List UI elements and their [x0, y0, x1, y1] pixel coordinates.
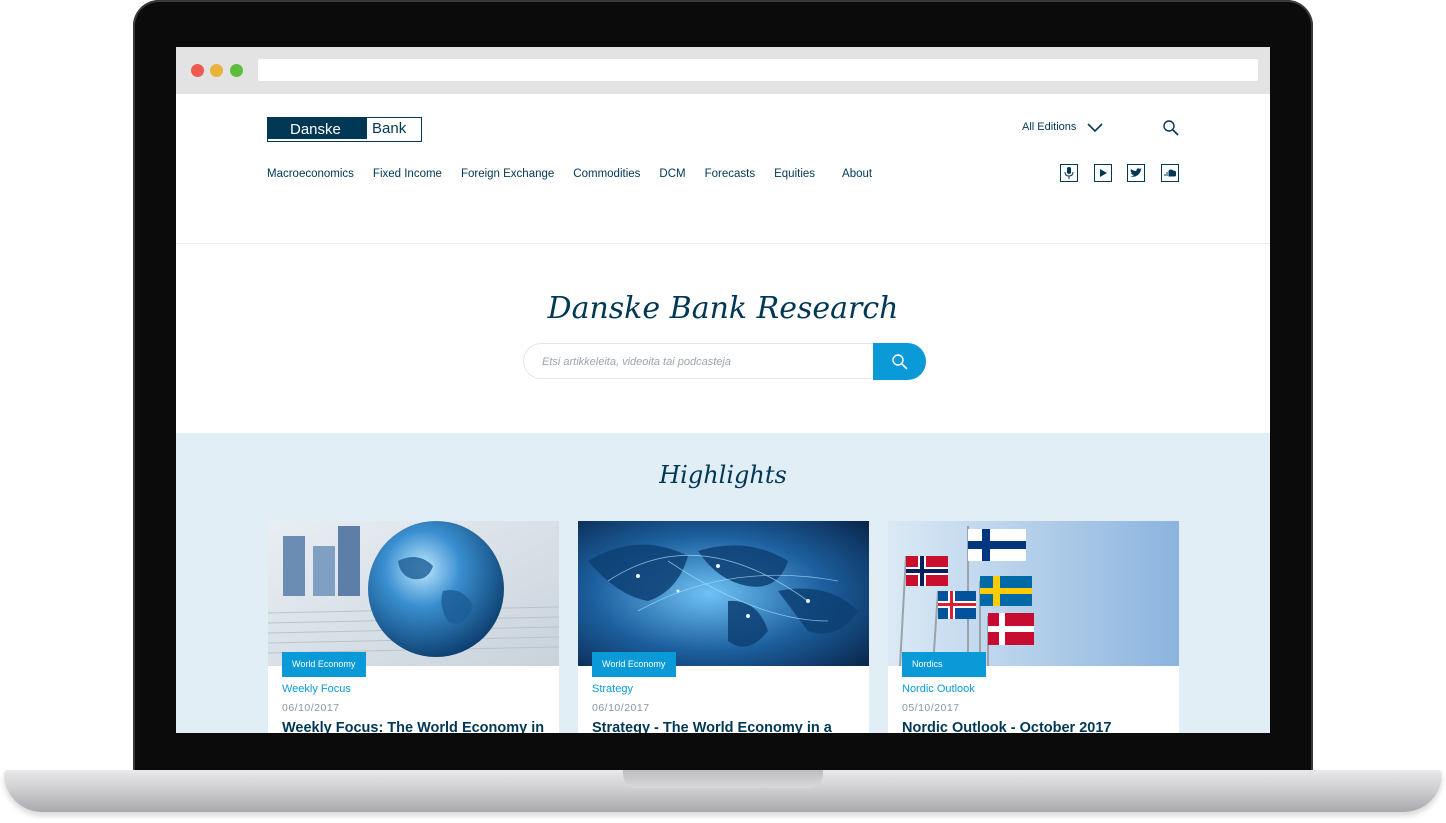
nav-item-forecasts[interactable]: Forecasts — [705, 168, 756, 180]
page-title: Danske Bank Research — [547, 291, 899, 326]
nav-item-macroeconomics[interactable]: Macroeconomics — [267, 168, 354, 180]
article-card[interactable]: World Economy Weekly Focus 06/10/2017 We… — [268, 521, 559, 733]
nordic-flags-image — [888, 521, 1179, 666]
category-badge[interactable]: World Economy — [282, 652, 366, 677]
browser-toolbar — [176, 47, 1270, 95]
browser-window: Danske Bank All Editions Macroeconomics … — [176, 47, 1270, 733]
address-bar[interactable] — [258, 59, 1258, 81]
search-button[interactable] — [873, 343, 926, 380]
nav-item-foreign-exchange[interactable]: Foreign Exchange — [461, 168, 554, 180]
article-title[interactable]: Strategy - The World Economy in a sweet … — [592, 717, 857, 733]
article-card[interactable]: World Economy Strategy 06/10/2017 Strate… — [578, 521, 869, 733]
article-category[interactable]: Nordic Outlook — [902, 683, 975, 695]
article-date: 06/10/2017 — [592, 702, 650, 714]
article-category[interactable]: Weekly Focus — [282, 683, 351, 695]
article-category[interactable]: Strategy — [592, 683, 633, 695]
article-title[interactable]: Weekly Focus: The World Economy in a swe… — [282, 717, 547, 733]
nav-item-equities[interactable]: Equities — [774, 168, 815, 180]
twitter-icon[interactable] — [1127, 164, 1145, 182]
article-date: 05/10/2017 — [902, 702, 960, 714]
highlights-section: Highlights World Economy Weekly Focus 06… — [176, 433, 1270, 733]
soundcloud-icon[interactable] — [1161, 164, 1179, 182]
article-date: 06/10/2017 — [282, 702, 340, 714]
maximize-window-button[interactable] — [230, 64, 243, 77]
main-navigation: Macroeconomics Fixed Income Foreign Exch… — [267, 168, 891, 180]
digital-world-map-image — [578, 521, 869, 666]
laptop-notch — [623, 770, 823, 788]
search-icon — [891, 353, 908, 370]
close-window-button[interactable] — [191, 64, 204, 77]
search-input[interactable]: Etsi artikkeleita, videoita tai podcaste… — [523, 343, 873, 379]
logo-right-text: Bank — [367, 118, 421, 141]
category-badge[interactable]: World Economy — [592, 652, 676, 677]
nav-item-fixed-income[interactable]: Fixed Income — [373, 168, 442, 180]
editions-dropdown[interactable]: All Editions — [1022, 121, 1104, 133]
highlights-title: Highlights — [659, 461, 787, 489]
nav-item-dcm[interactable]: DCM — [659, 168, 685, 180]
logo-left-text: Danske — [268, 118, 367, 139]
category-badge[interactable]: Nordics — [902, 652, 986, 677]
editions-label: All Editions — [1022, 121, 1077, 133]
minimize-window-button[interactable] — [210, 64, 223, 77]
nav-item-commodities[interactable]: Commodities — [573, 168, 640, 180]
search-icon[interactable] — [1162, 119, 1180, 137]
chevron-down-icon — [1087, 123, 1103, 133]
article-title[interactable]: Nordic Outlook - October 2017 — [902, 717, 1167, 733]
header-divider — [176, 243, 1270, 244]
microphone-icon[interactable] — [1060, 164, 1078, 182]
danske-bank-logo[interactable]: Danske Bank — [267, 117, 422, 142]
nav-item-about[interactable]: About — [842, 168, 872, 180]
glass-globe-image — [268, 521, 559, 666]
web-page: Danske Bank All Editions Macroeconomics … — [176, 94, 1270, 733]
article-card[interactable]: Nordics Nordic Outlook 05/10/2017 Nordic… — [888, 521, 1179, 733]
youtube-icon[interactable] — [1094, 164, 1112, 182]
